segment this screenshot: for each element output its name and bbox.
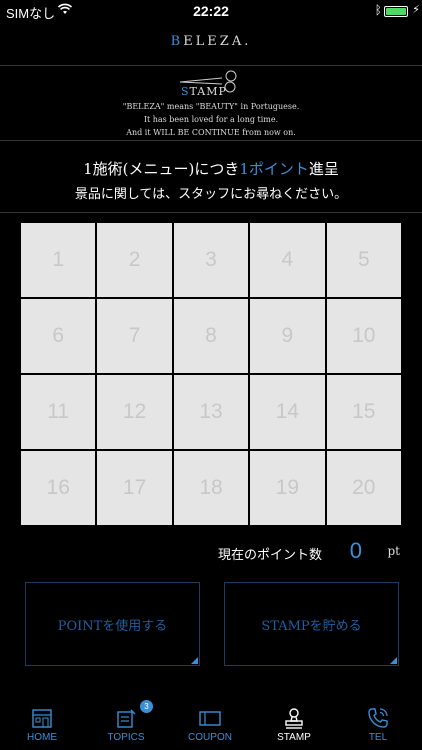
stamp-cell: 6 [21,299,96,373]
stamp-cell: 17 [97,451,172,525]
topics-icon [117,709,136,728]
stamp-cell: 7 [97,299,172,373]
header-line-2: It has been loved for a long time. [143,115,279,124]
collect-stamp-button[interactable]: STAMPを貯める [224,582,399,666]
stamp-cell: 1 [21,223,96,297]
points-row: 現在のポイント数 0 pt [0,538,422,566]
stamp-title: STAMP [181,85,227,98]
collect-stamp-label: STAMPを貯める [261,618,362,634]
stamp-cell: 18 [173,451,249,525]
stamp-cell: 15 [326,375,401,449]
tab-label: COUPON [188,732,232,743]
coupon-icon [199,711,221,726]
stamp-cell: 9 [250,299,325,373]
tab-label: TEL [368,732,388,743]
use-points-button[interactable]: POINTを使用する [25,582,200,666]
stamp-cell: 13 [173,375,249,449]
stamp-cell: 19 [250,451,325,525]
points-value: 0 [349,538,362,563]
corner-arrow-icon [191,657,198,664]
status-bar: SIMなし 22:22 ᛒ ⚡ [0,0,422,22]
tab-topics[interactable]: 3 TOPICS [84,700,168,750]
bluetooth-icon: ᛒ [374,3,382,17]
tab-label: HOME [27,732,57,743]
tab-stamp[interactable]: STAMP [252,700,336,750]
tab-label: TOPICS [107,732,145,743]
promo-headline: 1施術(メニュー)につき1ポイント進呈 [83,160,339,178]
stamp-cell: 14 [250,375,325,449]
brand-logo: BELEZA. [170,34,252,49]
stamp-cell: 12 [97,375,172,449]
points-unit: pt [387,544,400,558]
stamp-cell: 4 [250,223,325,297]
points-label: 現在のポイント数 [217,548,322,563]
stamp-cell: 11 [21,375,96,449]
tab-tel[interactable]: TEL [336,700,420,750]
promo-subtext: 景品に関しては、スタッフにお尋ねください。 [74,187,348,202]
stamp-cell: 8 [173,299,249,373]
phone-icon [368,708,388,728]
tab-coupon[interactable]: COUPON [168,700,252,750]
battery-icon [384,6,408,17]
stamp-icon [285,708,303,729]
status-time: 22:22 [193,3,229,19]
stamp-cell: 3 [173,223,249,297]
corner-arrow-icon [390,657,397,664]
charging-icon: ⚡ [412,3,420,16]
header-line-1: "BELEZA" means "BEAUTY" in Portuguese. [122,102,300,111]
stamp-cell: 2 [97,223,172,297]
stamp-card-grid: 1 2 3 4 5 6 7 8 9 10 11 12 13 14 15 16 1… [21,223,401,525]
use-points-label: POINTを使用する [57,618,168,634]
header-line-3: And it WILL BE CONTINUE from now on. [126,128,296,137]
stamp-cell: 20 [326,451,401,525]
tab-label: STAMP [277,732,311,743]
stamp-header-banner: STAMP "BELEZA" means "BEAUTY" in Portugu… [0,65,422,141]
divider [0,212,422,213]
home-icon [32,709,52,728]
topics-badge: 3 [140,700,153,713]
stamp-cell: 5 [326,223,401,297]
tab-bar: HOME 3 TOPICS COUPON STAMP TEL [0,700,422,750]
stamp-cell: 10 [326,299,401,373]
stamp-cell: 16 [21,451,96,525]
tab-home[interactable]: HOME [0,700,84,750]
